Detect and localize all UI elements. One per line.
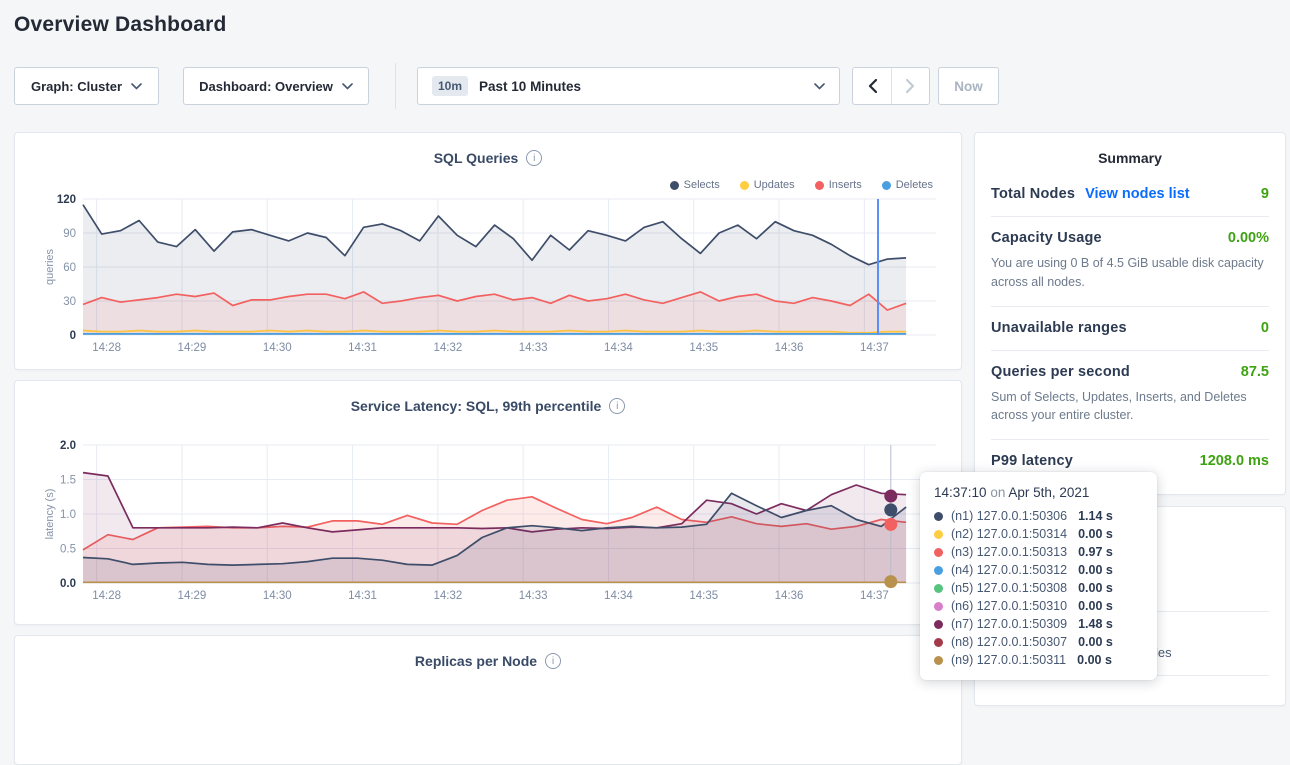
- svg-text:14:31: 14:31: [348, 590, 377, 602]
- svg-text:60: 60: [63, 262, 76, 274]
- svg-text:14:29: 14:29: [178, 342, 207, 354]
- sql-queries-chart[interactable]: 14:28 14:29 14:30 14:31 14:32 14:33 14:34 14:35…: [43, 193, 941, 355]
- svg-text:14:31: 14:31: [348, 342, 377, 354]
- svg-text:14:35: 14:35: [689, 590, 718, 602]
- svg-text:14:37: 14:37: [860, 342, 889, 354]
- queries-per-second-description: Sum of Selects, Updates, Inserts, and De…: [991, 388, 1269, 426]
- controls-divider: [395, 63, 396, 109]
- svg-text:14:28: 14:28: [92, 342, 121, 354]
- summary-row-unavailable-ranges: Unavailable ranges 0: [991, 307, 1269, 351]
- chart-hover-tooltip: 14:37:10 on Apr 5th, 2021 (n1) 127.0.0.1…: [920, 472, 1157, 680]
- replicas-per-node-card: Replicas per Node i: [14, 635, 962, 765]
- service-latency-chart[interactable]: 14:28 14:29 14:30 14:31 14:32 14:33 14:34 14:35…: [43, 439, 941, 603]
- svg-text:120: 120: [57, 194, 76, 206]
- svg-text:2.0: 2.0: [60, 440, 76, 452]
- svg-text:14:35: 14:35: [689, 342, 718, 354]
- dashboard-dropdown[interactable]: Dashboard: Overview: [183, 67, 369, 105]
- svg-text:14:28: 14:28: [92, 590, 121, 602]
- chevron-right-icon: [906, 79, 915, 93]
- tooltip-row: (n8) 127.0.0.1:503070.00 s: [934, 633, 1143, 651]
- graph-dropdown[interactable]: Graph: Cluster: [14, 67, 159, 105]
- p99-latency-label: P99 latency: [991, 453, 1073, 469]
- svg-text:14:36: 14:36: [775, 590, 804, 602]
- capacity-usage-description: You are using 0 B of 4.5 GiB usable disk…: [991, 254, 1269, 292]
- total-nodes-value: 9: [1261, 186, 1269, 202]
- tooltip-row: (n9) 127.0.0.1:503110.00 s: [934, 651, 1143, 669]
- svg-text:14:36: 14:36: [775, 342, 804, 354]
- service-latency-card: Service Latency: SQL, 99th percentile i …: [14, 380, 962, 625]
- page-title: Overview Dashboard: [14, 13, 227, 37]
- tooltip-row: (n4) 127.0.0.1:503120.00 s: [934, 561, 1143, 579]
- time-range-dropdown[interactable]: 10m Past 10 Minutes: [417, 67, 840, 105]
- summary-title: Summary: [975, 133, 1285, 173]
- svg-text:14:32: 14:32: [433, 342, 462, 354]
- legend-item: Deletes: [882, 179, 933, 191]
- svg-text:14:34: 14:34: [604, 342, 633, 354]
- info-icon[interactable]: i: [609, 398, 625, 414]
- now-button[interactable]: Now: [938, 67, 999, 105]
- unavailable-ranges-value: 0: [1261, 320, 1269, 336]
- p99-latency-value: 1208.0 ms: [1200, 453, 1269, 469]
- summary-row-capacity-usage: Capacity Usage 0.00% You are using 0 B o…: [991, 217, 1269, 307]
- summary-panel: Summary Total Nodes View nodes list 9 Ca…: [974, 132, 1286, 495]
- queries-per-second-label: Queries per second: [991, 364, 1130, 380]
- summary-row-queries-per-second: Queries per second 87.5 Sum of Selects, …: [991, 351, 1269, 441]
- service-latency-title: Service Latency: SQL, 99th percentile: [351, 398, 602, 414]
- dashboard-dropdown-label: Dashboard: Overview: [199, 79, 333, 94]
- sql-queries-card: SQL Queries i Selects Updates Inserts Delet…: [14, 132, 962, 370]
- chevron-left-icon: [868, 79, 877, 93]
- tooltip-row: (n2) 127.0.0.1:503140.00 s: [934, 525, 1143, 543]
- svg-text:14:34: 14:34: [604, 590, 633, 602]
- summary-row-total-nodes: Total Nodes View nodes list 9: [991, 173, 1269, 217]
- legend-item: Selects: [670, 179, 720, 191]
- svg-text:latency (s): latency (s): [44, 489, 56, 540]
- svg-text:14:33: 14:33: [519, 590, 548, 602]
- chevron-down-icon: [131, 83, 142, 90]
- tooltip-row: (n6) 127.0.0.1:503100.00 s: [934, 597, 1143, 615]
- chevron-down-icon: [342, 83, 353, 90]
- svg-text:1.5: 1.5: [60, 475, 76, 487]
- tooltip-row: (n1) 127.0.0.1:503061.14 s: [934, 507, 1143, 525]
- chevron-down-icon: [814, 83, 825, 90]
- svg-text:14:33: 14:33: [519, 342, 548, 354]
- svg-text:0.5: 0.5: [60, 544, 76, 556]
- time-step-group: [852, 67, 930, 105]
- svg-text:30: 30: [63, 296, 76, 308]
- svg-text:90: 90: [63, 228, 76, 240]
- tooltip-row: (n5) 127.0.0.1:503080.00 s: [934, 579, 1143, 597]
- info-icon[interactable]: i: [545, 653, 561, 669]
- tooltip-row: (n7) 127.0.0.1:503091.48 s: [934, 615, 1143, 633]
- legend-item: Updates: [740, 179, 795, 191]
- tooltip-timestamp: 14:37:10 on Apr 5th, 2021: [934, 485, 1143, 500]
- svg-text:14:30: 14:30: [263, 342, 292, 354]
- svg-text:14:32: 14:32: [433, 590, 462, 602]
- svg-text:14:30: 14:30: [263, 590, 292, 602]
- svg-text:queries: queries: [44, 248, 56, 285]
- queries-per-second-value: 87.5: [1241, 364, 1269, 380]
- legend-item: Inserts: [815, 179, 862, 191]
- tooltip-rows: (n1) 127.0.0.1:503061.14 s(n2) 127.0.0.1…: [934, 507, 1143, 669]
- graph-dropdown-label: Graph: Cluster: [31, 79, 122, 94]
- time-range-badge: 10m: [432, 76, 468, 96]
- overview-dashboard-page: { "page": { "title": "Overview Dashboard…: [0, 0, 1290, 689]
- sql-queries-title: SQL Queries: [434, 150, 519, 166]
- replicas-per-node-title: Replicas per Node: [415, 653, 537, 669]
- svg-text:1.0: 1.0: [60, 509, 76, 521]
- sql-legend: Selects Updates Inserts Deletes: [670, 179, 933, 191]
- capacity-usage-value: 0.00%: [1228, 230, 1269, 246]
- svg-text:0.0: 0.0: [60, 578, 76, 590]
- capacity-usage-label: Capacity Usage: [991, 230, 1102, 246]
- time-range-label: Past 10 Minutes: [479, 79, 581, 94]
- tooltip-row: (n3) 127.0.0.1:503130.97 s: [934, 543, 1143, 561]
- next-time-button[interactable]: [891, 68, 929, 104]
- svg-text:14:37: 14:37: [860, 590, 889, 602]
- svg-text:14:29: 14:29: [178, 590, 207, 602]
- info-icon[interactable]: i: [526, 150, 542, 166]
- view-nodes-list-link[interactable]: View nodes list: [1085, 186, 1190, 202]
- total-nodes-label: Total Nodes: [991, 186, 1075, 202]
- unavailable-ranges-label: Unavailable ranges: [991, 320, 1127, 336]
- svg-text:0: 0: [70, 330, 76, 342]
- prev-time-button[interactable]: [853, 68, 891, 104]
